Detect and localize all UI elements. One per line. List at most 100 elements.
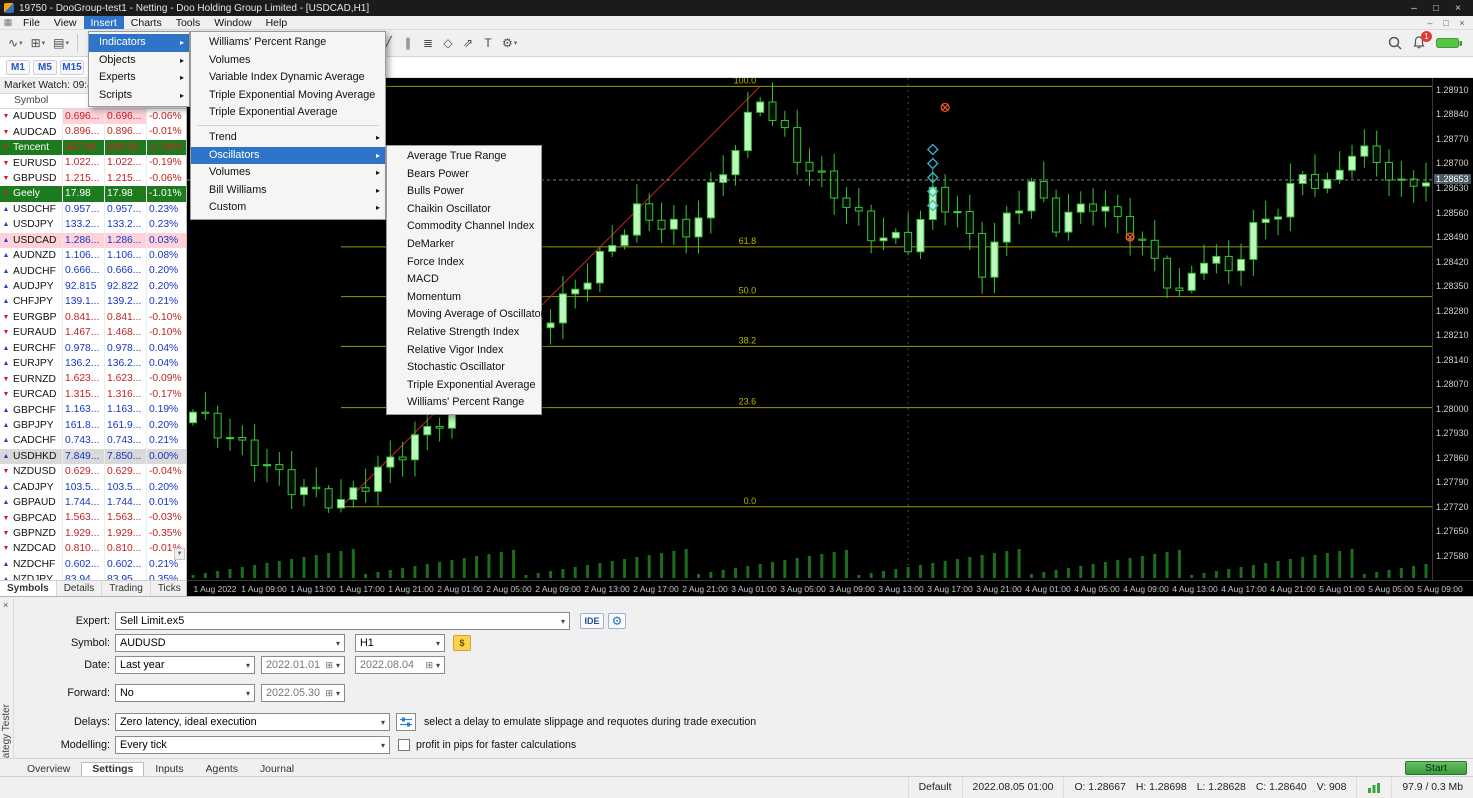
market-watch-row-usdhkd[interactable]: ▲USDHKD7.849...7.850...0.00% [0,449,186,464]
restore-button[interactable]: □ [1425,3,1447,14]
market-watch-row-gbpjpy[interactable]: ▲GBPJPY161.8...161.9...0.20% [0,418,186,433]
fibonacci-retracement-icon[interactable]: ≣ [418,33,438,53]
market-watch-row-gbpcad[interactable]: ▼GBPCAD1.563...1.563...-0.03% [0,510,186,525]
market-watch-row-cadchf[interactable]: ▲CADCHF0.743...0.743...0.21% [0,433,186,448]
period-select[interactable]: H1 ▾ [355,634,445,652]
market-watch-row-gbpnzd[interactable]: ▼GBPNZD1.929...1.929...-0.35% [0,526,186,541]
search-icon[interactable] [1388,36,1402,50]
market-watch-row-eurusd[interactable]: ▼EURUSD1.022...1.022...-0.19% [0,155,186,170]
market-watch-row-geely[interactable]: ▼Geely17.9817.98-1.01% [0,186,186,201]
price-axis[interactable]: 1.289101.288401.287701.287001.286301.285… [1432,78,1473,580]
shapes-icon[interactable]: ◇ [438,33,458,53]
tab-agents[interactable]: Agents [195,762,249,776]
expert-settings-button[interactable]: ⚙ [608,613,626,629]
start-button[interactable]: Start [1405,761,1467,775]
market-watch-row-nzdjpy[interactable]: ▲NZDJPY83.94...83.95...0.35% [0,572,186,580]
menu-charts[interactable]: Charts [124,16,169,29]
menu-view[interactable]: View [47,16,84,29]
menu-item-williams-percent-range[interactable]: Williams' Percent Range [191,34,385,52]
menu-item-triple-exponential-average[interactable]: Triple Exponential Average [387,377,541,395]
market-watch-row-audjpy[interactable]: ▲AUDJPY92.81592.8220.20% [0,279,186,294]
menu-item-relative-strength-index[interactable]: Relative Strength Index [387,324,541,342]
new-chart-icon[interactable]: ∿▾ [4,33,27,53]
timeframe-m15[interactable]: M15 [60,60,84,75]
market-watch-tab-details[interactable]: Details [57,581,103,596]
date-to-field[interactable]: 2022.08.04 ⊞ ▾ [355,656,445,674]
ide-button[interactable]: IDE [580,613,604,629]
timeframe-m5[interactable]: M5 [33,60,57,75]
menu-item-moving-average-of-oscillator[interactable]: Moving Average of Oscillator [387,306,541,324]
market-watch-row-nzdcad[interactable]: ▼NZDCAD0.810...0.810...-0.01% [0,541,186,556]
status-profile[interactable]: Default [908,777,962,798]
notifications-bell-icon[interactable]: 1 [1412,36,1426,50]
menu-item-volumes[interactable]: Volumes [191,52,385,70]
mdi-close-icon[interactable]: × [1455,18,1469,28]
menu-item-indicators[interactable]: Indicators▸ [89,34,189,52]
tab-overview[interactable]: Overview [16,762,81,776]
market-watch-row-eurgbp[interactable]: ▼EURGBP0.841...0.841...-0.10% [0,310,186,325]
modelling-select[interactable]: Every tick ▾ [115,736,390,754]
tab-journal[interactable]: Journal [249,762,305,776]
menu-item-oscillators[interactable]: Oscillators▸ [191,147,385,165]
market-watch-row-eurcad[interactable]: ▼EURCAD1.315...1.316...-0.17% [0,387,186,402]
market-watch-row-gbpchf[interactable]: ▲GBPCHF1.163...1.163...0.19% [0,402,186,417]
market-watch-row-tencent[interactable]: ▼Tencent307.80308.00-1.19% [0,140,186,155]
menu-item-force-index[interactable]: Force Index [387,254,541,272]
menu-help[interactable]: Help [259,16,295,29]
menu-item-triple-exponential-moving-average[interactable]: Triple Exponential Moving Average [191,87,385,105]
menu-item-demarker[interactable]: DeMarker [387,236,541,254]
text-label-icon[interactable]: T [478,33,498,53]
market-watch-row-audnzd[interactable]: ▲AUDNZD1.106...1.106...0.08% [0,248,186,263]
menu-item-scripts[interactable]: Scripts▸ [89,87,189,105]
market-watch-row-gbpusd[interactable]: ▼GBPUSD1.215...1.215...-0.06% [0,171,186,186]
scroll-down-arrow-icon[interactable]: ▼ [174,548,185,560]
menu-item-williams-percent-range[interactable]: Williams' Percent Range [387,394,541,412]
date-from-field[interactable]: 2022.01.01 ⊞ ▾ [261,656,345,674]
objects-settings-icon[interactable]: ⚙▾ [498,33,521,53]
time-axis[interactable]: 1 Aug 20221 Aug 09:001 Aug 13:001 Aug 17… [187,580,1473,596]
market-watch-tab-symbols[interactable]: Symbols [0,581,57,596]
menu-item-custom[interactable]: Custom▸ [191,199,385,217]
menu-item-volumes[interactable]: Volumes▸ [191,164,385,182]
menu-item-bill-williams[interactable]: Bill Williams▸ [191,182,385,200]
market-watch-row-euraud[interactable]: ▼EURAUD1.467...1.468...-0.10% [0,325,186,340]
minimize-button[interactable]: – [1403,3,1425,14]
menu-item-bulls-power[interactable]: Bulls Power [387,183,541,201]
menu-item-triple-exponential-average[interactable]: Triple Exponential Average [191,104,385,122]
market-watch-row-gbpaud[interactable]: ▲GBPAUD1.744...1.744...0.01% [0,495,186,510]
menu-item-chaikin-oscillator[interactable]: Chaikin Oscillator [387,201,541,219]
market-watch-row-eurnzd[interactable]: ▼EURNZD1.623...1.623...-0.09% [0,371,186,386]
mdi-minimize-icon[interactable]: – [1423,18,1437,28]
menu-window[interactable]: Window [207,16,258,29]
market-watch-row-nzdchf[interactable]: ▲NZDCHF0.602...0.602...0.21% [0,557,186,572]
delays-settings-button[interactable] [396,713,416,731]
close-button[interactable]: × [1447,3,1469,14]
expert-select[interactable]: Sell Limit.ex5 ▾ [115,612,570,630]
market-watch-row-eurchf[interactable]: ▲EURCHF0.978...0.978...0.04% [0,341,186,356]
market-watch-scrollbar[interactable]: ▼ [174,548,185,576]
menu-item-bears-power[interactable]: Bears Power [387,166,541,184]
menu-item-experts[interactable]: Experts▸ [89,69,189,87]
tab-inputs[interactable]: Inputs [144,762,194,776]
menu-insert[interactable]: Insert [84,16,124,29]
templates-icon[interactable]: ▤▾ [49,33,73,53]
menu-item-relative-vigor-index[interactable]: Relative Vigor Index [387,342,541,360]
close-icon[interactable]: × [3,600,8,610]
market-watch-row-audcad[interactable]: ▼AUDCAD0.896...0.896...-0.01% [0,124,186,139]
chart-profiles-icon[interactable]: ⊞▾ [27,33,50,53]
market-watch-row-audusd[interactable]: ▼AUDUSD0.696...0.696...-0.06% [0,109,186,124]
timeframe-m1[interactable]: M1 [6,60,30,75]
menu-item-macd[interactable]: MACD [387,271,541,289]
market-watch-row-audchf[interactable]: ▲AUDCHF0.666...0.666...0.20% [0,263,186,278]
menu-tools[interactable]: Tools [169,16,208,29]
menu-file[interactable]: File [16,16,47,29]
menu-item-variable-index-dynamic-average[interactable]: Variable Index Dynamic Average [191,69,385,87]
market-watch-row-usdchf[interactable]: ▲USDCHF0.957...0.957...0.23% [0,202,186,217]
market-watch-row-usdjpy[interactable]: ▲USDJPY133.2...133.2...0.23% [0,217,186,232]
market-watch-row-cadjpy[interactable]: ▲CADJPY103.5...103.5...0.20% [0,480,186,495]
equidistant-channel-icon[interactable]: ∥ [398,33,418,53]
symbol-select[interactable]: AUDUSD ▾ [115,634,345,652]
market-watch-row-usdcad[interactable]: ▲USDCAD1.286...1.286...0.03% [0,233,186,248]
market-watch-row-eurjpy[interactable]: ▲EURJPY136.2...136.2...0.04% [0,356,186,371]
market-watch-tab-ticks[interactable]: Ticks [151,581,187,596]
